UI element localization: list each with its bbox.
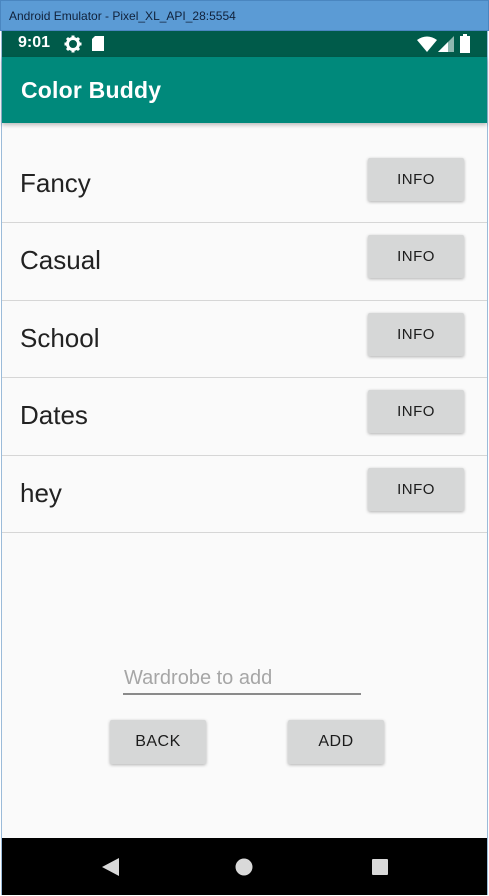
app-title: Color Buddy [21, 77, 162, 103]
wardrobe-label: Casual [20, 245, 101, 276]
navigation-bar [2, 838, 487, 895]
sd-card-icon [91, 35, 105, 57]
wardrobe-label: hey [20, 477, 62, 508]
info-button[interactable]: INFO [368, 158, 464, 201]
emulator-window-title: Android Emulator - Pixel_XL_API_28:5554 [0, 0, 489, 31]
wardrobe-name-input[interactable] [123, 663, 361, 695]
info-button[interactable]: INFO [368, 235, 464, 279]
device-screen: 9:01 Color Buddy Fancy INFO Casual INFO … [1, 31, 488, 895]
recent-apps-square-icon[interactable] [369, 856, 391, 878]
add-button[interactable]: ADD [288, 720, 384, 764]
back-triangle-icon[interactable] [99, 856, 121, 878]
wardrobe-label: Fancy [20, 168, 91, 198]
wardrobe-list: Fancy INFO Casual INFO School INFO Dates… [2, 146, 487, 533]
wifi-icon [417, 36, 437, 57]
wardrobe-label: School [20, 322, 100, 353]
list-item: Dates INFO [2, 378, 487, 456]
status-bar: 9:01 [2, 31, 487, 57]
info-button[interactable]: INFO [368, 467, 464, 511]
status-time: 9:01 [18, 34, 51, 51]
settings-gear-icon [64, 35, 82, 58]
wardrobe-label: Dates [20, 400, 88, 431]
battery-icon [460, 34, 470, 58]
info-button[interactable]: INFO [368, 390, 464, 434]
info-button[interactable]: INFO [368, 312, 464, 356]
app-bar: Color Buddy [2, 57, 487, 123]
back-button[interactable]: BACK [110, 720, 206, 764]
list-item: Fancy INFO [2, 146, 487, 224]
list-item: Casual INFO [2, 223, 487, 301]
home-circle-icon[interactable] [233, 856, 255, 878]
list-item: School INFO [2, 301, 487, 379]
list-item: hey INFO [2, 456, 487, 533]
cell-signal-icon [438, 36, 454, 57]
